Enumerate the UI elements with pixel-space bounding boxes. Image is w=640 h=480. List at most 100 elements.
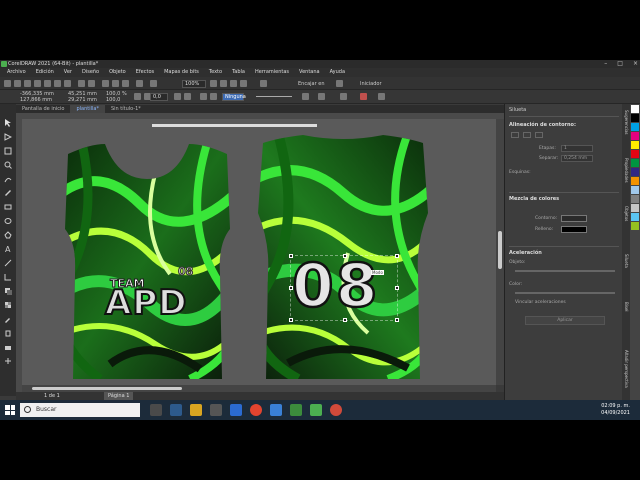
freehand-tool-icon[interactable] bbox=[4, 168, 12, 183]
redo-icon[interactable] bbox=[88, 80, 95, 87]
ellipse-tool-icon[interactable] bbox=[4, 210, 12, 224]
taskbar-search[interactable]: Buscar bbox=[20, 403, 140, 417]
settings-gear-icon[interactable] bbox=[336, 80, 343, 87]
app-icon[interactable] bbox=[270, 404, 282, 416]
height-field[interactable]: 29,271 mm bbox=[68, 97, 97, 103]
search-content-icon[interactable] bbox=[102, 80, 109, 87]
chrome-icon[interactable] bbox=[250, 404, 262, 416]
palette-swatch[interactable] bbox=[631, 159, 639, 167]
coreldraw-taskbar-icon[interactable] bbox=[290, 404, 302, 416]
palette-swatch[interactable] bbox=[631, 105, 639, 113]
menu-ayuda[interactable]: Ayuda bbox=[326, 68, 349, 77]
artistic-media-icon[interactable] bbox=[4, 182, 12, 196]
steps-field[interactable]: 1 bbox=[561, 145, 593, 152]
cut-icon[interactable] bbox=[44, 80, 51, 87]
drop-shadow-icon[interactable] bbox=[4, 280, 12, 295]
handle-br[interactable] bbox=[395, 318, 399, 322]
vertical-scrollbar[interactable] bbox=[496, 119, 504, 385]
tab-plantilla[interactable]: plantilla* bbox=[70, 105, 105, 113]
palette-swatch[interactable] bbox=[631, 150, 639, 158]
undo-icon[interactable] bbox=[78, 80, 85, 87]
fullscreen-icon[interactable] bbox=[150, 80, 157, 87]
add-tool-icon[interactable] bbox=[4, 350, 12, 364]
lock-ratio-icon[interactable] bbox=[134, 93, 141, 100]
transparency-icon[interactable] bbox=[4, 294, 12, 308]
save-icon[interactable] bbox=[24, 80, 31, 87]
file-explorer-icon[interactable] bbox=[190, 404, 202, 416]
grid-icon[interactable] bbox=[210, 80, 217, 87]
horizontal-scrollbar[interactable] bbox=[22, 385, 496, 392]
connector-tool-icon[interactable] bbox=[4, 266, 12, 281]
add-icon[interactable] bbox=[378, 93, 385, 100]
y-position-field[interactable]: 127,866 mm bbox=[20, 97, 52, 103]
contour-center-icon[interactable] bbox=[511, 132, 519, 138]
align-icon[interactable] bbox=[200, 93, 207, 100]
scale-y-field[interactable]: 100,0 bbox=[106, 97, 120, 103]
polygon-tool-icon[interactable] bbox=[4, 224, 12, 239]
mirror-horizontal-icon[interactable] bbox=[174, 93, 181, 100]
line-style-dropdown[interactable] bbox=[256, 96, 292, 97]
pick-tool-icon[interactable] bbox=[4, 112, 12, 127]
palette-swatch[interactable] bbox=[631, 123, 639, 131]
zoom-tool-icon[interactable] bbox=[4, 154, 12, 169]
docker-tab[interactable]: Propiedades bbox=[623, 158, 629, 183]
handle-tr[interactable] bbox=[395, 254, 399, 258]
menu-edicion[interactable]: Edición bbox=[32, 68, 58, 77]
apply-button[interactable]: Aplicar bbox=[525, 316, 605, 325]
handle-tl[interactable] bbox=[289, 254, 293, 258]
handle-mr[interactable] bbox=[395, 286, 399, 290]
drawing-canvas[interactable]: TEAM APD 08 08 Modo bbox=[22, 119, 496, 385]
offset-field[interactable]: 0,254 mm bbox=[561, 155, 593, 162]
interactive-fill-icon[interactable] bbox=[4, 322, 12, 337]
zoom-level[interactable]: 100% bbox=[182, 80, 206, 88]
print-icon[interactable] bbox=[34, 80, 41, 87]
open-icon[interactable] bbox=[14, 80, 21, 87]
browser-icon[interactable] bbox=[330, 404, 342, 416]
handle-bl[interactable] bbox=[289, 318, 293, 322]
handle-tm[interactable] bbox=[343, 254, 347, 258]
smart-fill-icon[interactable] bbox=[4, 336, 12, 350]
windows-start-icon[interactable] bbox=[5, 405, 15, 415]
system-clock[interactable]: 02:09 p. m. 04/09/2021 bbox=[601, 403, 630, 417]
paste-icon[interactable] bbox=[64, 80, 71, 87]
selection-handles[interactable]: Modo bbox=[289, 254, 399, 322]
rectangle-tool-icon[interactable] bbox=[4, 196, 12, 210]
group-icon[interactable] bbox=[210, 93, 217, 100]
mirror-vertical-icon[interactable] bbox=[184, 93, 191, 100]
arrow-start-icon[interactable] bbox=[302, 93, 309, 100]
contour-inside-icon[interactable] bbox=[523, 132, 531, 138]
pdf-icon[interactable] bbox=[136, 80, 143, 87]
store-icon[interactable] bbox=[210, 404, 222, 416]
palette-swatch[interactable] bbox=[631, 177, 639, 185]
menu-diseno[interactable]: Diseño bbox=[78, 68, 103, 77]
display-icon[interactable] bbox=[260, 80, 267, 87]
close-icon[interactable]: × bbox=[633, 60, 638, 68]
wrap-text-icon[interactable] bbox=[340, 93, 347, 100]
handle-bm[interactable] bbox=[343, 318, 347, 322]
palette-swatch[interactable] bbox=[631, 195, 639, 203]
menu-herramientas[interactable]: Herramientas bbox=[251, 68, 293, 77]
menu-mapas-de-bits[interactable]: Mapas de bits bbox=[160, 68, 203, 77]
tab-pantalla-inicio[interactable]: Pantalla de inicio bbox=[16, 105, 70, 113]
menu-objeto[interactable]: Objeto bbox=[105, 68, 130, 77]
fill-color-swatch[interactable] bbox=[561, 226, 587, 233]
export-icon[interactable] bbox=[122, 80, 129, 87]
task-view-icon[interactable] bbox=[150, 404, 162, 416]
menu-efectos[interactable]: Efectos bbox=[132, 68, 158, 77]
arrow-end-icon[interactable] bbox=[318, 93, 325, 100]
edge-icon[interactable] bbox=[170, 404, 182, 416]
minimize-icon[interactable]: – bbox=[604, 60, 607, 68]
rotation-angle-field[interactable]: 0,0 bbox=[150, 93, 168, 101]
snap-to-dropdown[interactable]: Encajar en bbox=[298, 81, 324, 87]
docker-tab[interactable]: Silueta bbox=[623, 254, 629, 268]
menu-ver[interactable]: Ver bbox=[60, 68, 76, 77]
palette-swatch[interactable] bbox=[631, 222, 639, 230]
menu-tabla[interactable]: Tabla bbox=[228, 68, 249, 77]
palette-swatch[interactable] bbox=[631, 168, 639, 176]
mail-icon[interactable] bbox=[230, 404, 242, 416]
contour-outside-icon[interactable] bbox=[535, 132, 543, 138]
palette-swatch[interactable] bbox=[631, 114, 639, 122]
object-acceleration-slider[interactable] bbox=[515, 270, 615, 272]
rulers-icon[interactable] bbox=[230, 80, 237, 87]
docker-tab[interactable]: Añadir perspectiva bbox=[623, 350, 629, 388]
